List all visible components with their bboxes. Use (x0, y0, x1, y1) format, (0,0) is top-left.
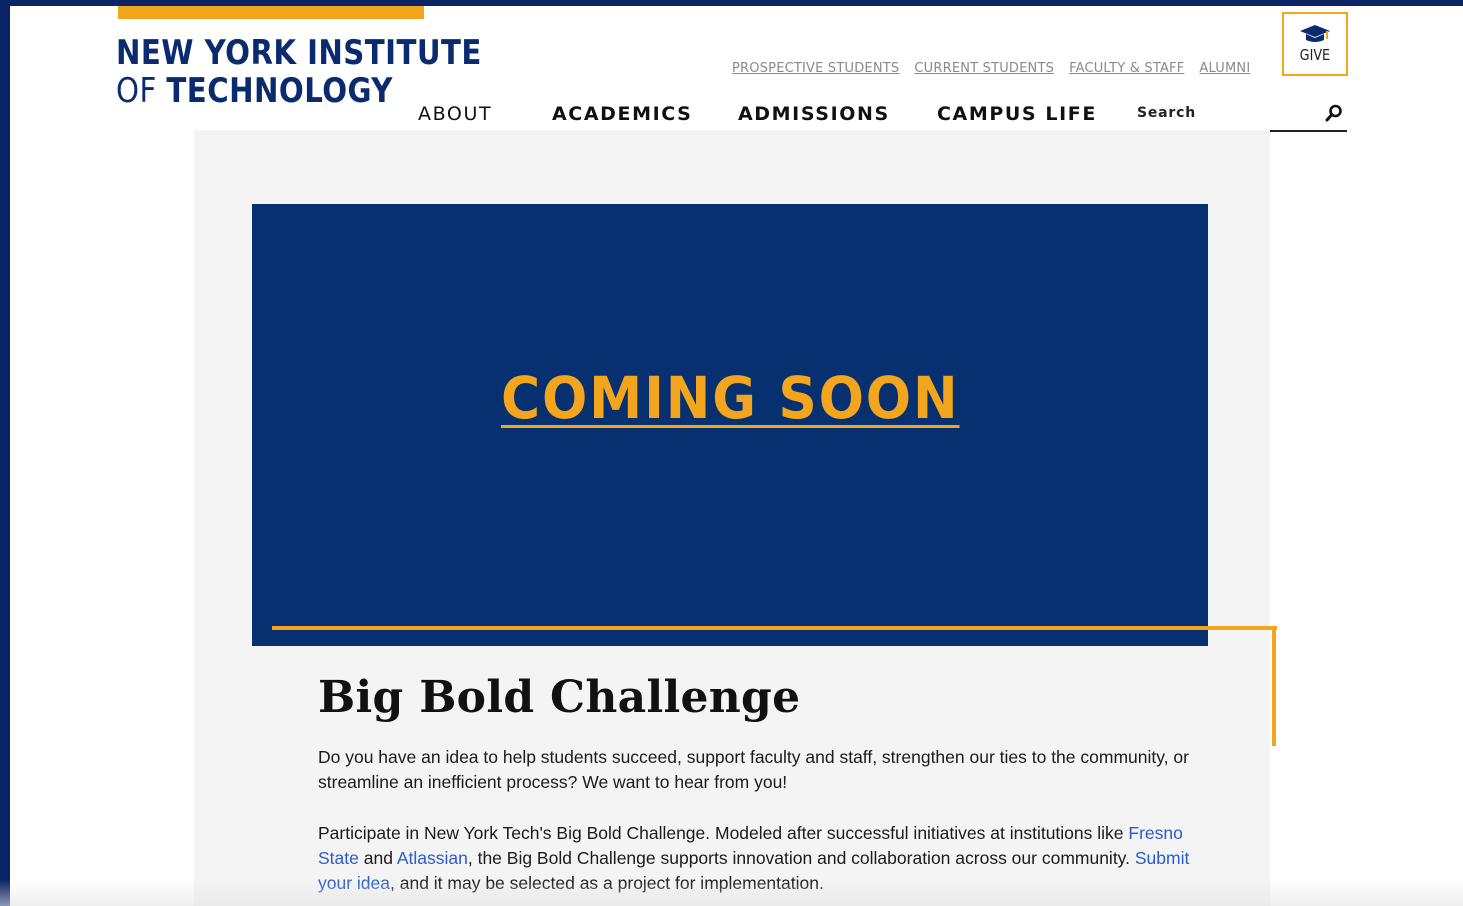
utility-link-prospective-students[interactable]: PROSPECTIVE STUDENTS (732, 61, 899, 76)
utility-link-faculty-staff[interactable]: FACULTY & STAFF (1069, 61, 1184, 76)
site-logo[interactable]: NEW YORK INSTITUTE OF TECHNOLOGY (116, 34, 541, 110)
window-left-border (0, 0, 10, 906)
nav-item-campus-life[interactable]: CAMPUS LIFE (937, 103, 1097, 125)
coming-soon-link[interactable]: COMING SOON (501, 364, 960, 432)
give-label: GIVE (1299, 46, 1331, 64)
logo-line-1: NEW YORK INSTITUTE (116, 33, 482, 73)
body-text-1: Participate in New York Tech's Big Bold … (318, 823, 1129, 843)
logo-accent-bar (118, 6, 424, 19)
give-button[interactable]: GIVE (1282, 12, 1348, 76)
nav-item-about[interactable]: ABOUT (418, 103, 492, 125)
body-text-3: , the Big Bold Challenge supports innova… (467, 848, 1135, 868)
page-title: Big Bold Challenge (318, 672, 801, 723)
atlassian-link[interactable]: Atlassian (397, 848, 468, 868)
search-icon[interactable] (1325, 104, 1343, 127)
utility-link-current-students[interactable]: CURRENT STUDENTS (914, 61, 1054, 76)
logo-line-2-bold: TECHNOLOGY (166, 71, 393, 111)
search-box (1137, 101, 1347, 132)
nav-item-academics[interactable]: ACADEMICS (552, 103, 692, 125)
logo-line-2-prefix: OF (116, 71, 167, 111)
search-input[interactable] (1137, 101, 1317, 121)
intro-paragraph: Do you have an idea to help students suc… (318, 747, 1189, 792)
utility-link-alumni[interactable]: ALUMNI (1199, 61, 1250, 76)
hero-banner: COMING SOON (252, 204, 1208, 646)
body-text-2: and (358, 848, 397, 868)
body-paragraph: Participate in New York Tech's Big Bold … (318, 821, 1198, 896)
gold-accent-line-vertical (1272, 626, 1276, 746)
graduation-cap-icon (1300, 25, 1330, 42)
body-text-4: , and it may be selected as a project fo… (390, 873, 824, 893)
gold-accent-line-horizontal (272, 626, 1277, 630)
nav-item-admissions[interactable]: ADMISSIONS (738, 103, 890, 125)
utility-nav: PROSPECTIVE STUDENTS CURRENT STUDENTS FA… (732, 61, 1250, 76)
